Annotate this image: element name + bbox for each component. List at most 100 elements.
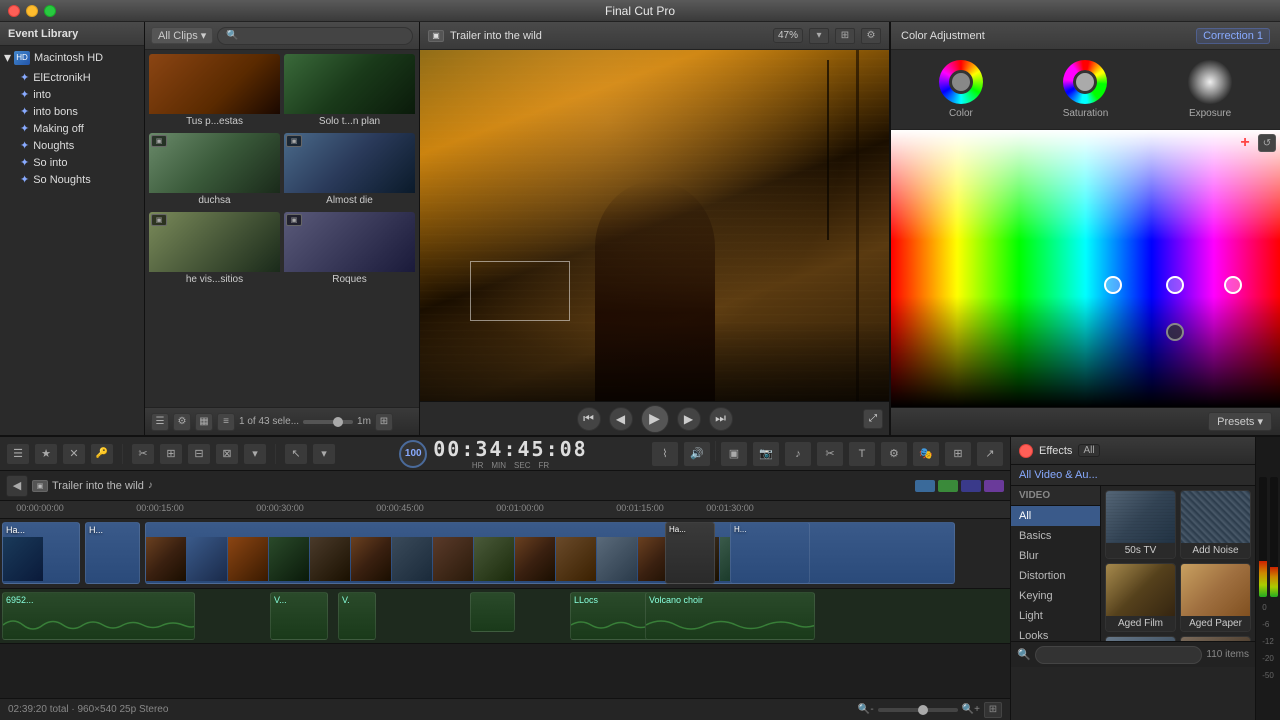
clip-cut-btn[interactable]: ✂: [816, 441, 844, 467]
sidebar-item-so-into[interactable]: ✦ So into: [0, 154, 144, 171]
clip-item-he-vis[interactable]: ▣ he vis...sitios: [149, 212, 280, 287]
effects-cat-distortion[interactable]: Distortion: [1011, 566, 1100, 586]
color-node-master[interactable]: [1166, 323, 1184, 341]
timeline-reject-btn[interactable]: ✕: [62, 443, 86, 465]
audio-clip-v1[interactable]: V...: [270, 592, 328, 640]
blade-tool[interactable]: ✂: [131, 443, 155, 465]
select-menu[interactable]: ▾: [312, 443, 336, 465]
viewer-selection-box[interactable]: [470, 261, 570, 321]
effect-more-1[interactable]: [1105, 636, 1176, 641]
audio-clip-6952[interactable]: 6952...: [2, 592, 195, 640]
generator-btn[interactable]: ⚙: [880, 441, 908, 467]
skip-forward-button[interactable]: ⏭: [709, 407, 733, 431]
skip-back-button[interactable]: ⏮: [577, 407, 601, 431]
zoom-in-icon[interactable]: 🔍+: [962, 704, 980, 715]
effect-addnoise[interactable]: Add Noise: [1180, 490, 1251, 559]
effects-cat-all[interactable]: All: [1011, 506, 1100, 526]
clip-item-roques[interactable]: ▣ Roques: [284, 212, 415, 287]
effects-close-button[interactable]: [1019, 444, 1033, 458]
camera-btn[interactable]: 📷: [752, 441, 780, 467]
audio-clip-small[interactable]: [470, 592, 515, 632]
zoom-out-icon[interactable]: 🔍-: [858, 704, 874, 715]
clip-item-solo[interactable]: Solo t...n plan: [284, 54, 415, 129]
select-tool[interactable]: ↖: [284, 443, 308, 465]
color-node-midtones[interactable]: [1166, 276, 1184, 294]
clip-search-input[interactable]: [217, 27, 413, 45]
snap-button[interactable]: ⌇: [651, 441, 679, 467]
tool-menu[interactable]: ▾: [243, 443, 267, 465]
viewer-settings-btn[interactable]: ⚙: [861, 28, 881, 44]
viewer-layout-btn[interactable]: ⊞: [835, 28, 855, 44]
viewer-zoom-menu[interactable]: ▾: [809, 28, 829, 44]
color-tool-saturation[interactable]: Saturation: [1063, 60, 1109, 119]
sidebar-item-into-bons[interactable]: ✦ into bons: [0, 103, 144, 120]
effects-category-bar[interactable]: All Video & Au...: [1011, 465, 1255, 486]
play-button[interactable]: ▶: [641, 405, 669, 433]
effects-cat-keying[interactable]: Keying: [1011, 586, 1100, 606]
color-tool-exposure[interactable]: Exposure: [1188, 60, 1232, 119]
reset-color-button[interactable]: ↺: [1258, 134, 1276, 152]
timeline-favorites-btn[interactable]: ★: [34, 443, 58, 465]
effect-agedpaper[interactable]: Aged Paper: [1180, 563, 1251, 632]
zoom-fit-btn[interactable]: ⊞: [984, 702, 1002, 718]
effects-all-button[interactable]: All: [1078, 444, 1099, 457]
sidebar-item-so-noughts[interactable]: ✦ So Noughts: [0, 171, 144, 188]
audio-clip-v2[interactable]: V.: [338, 592, 376, 640]
sidebar-item-noughts[interactable]: ✦ Noughts: [0, 137, 144, 154]
clip-list-view[interactable]: ≡: [217, 413, 235, 431]
library-item-disk[interactable]: ▾ HD Macintosh HD: [0, 46, 144, 69]
sidebar-item-electronikh[interactable]: ✦ ElEctronikH: [0, 69, 144, 86]
music-btn[interactable]: ♪: [784, 441, 812, 467]
clip-view-toggle[interactable]: ▦: [195, 413, 213, 431]
timeline-clip-browser-toggle[interactable]: ☰: [6, 443, 30, 465]
timeline-zoom-slider[interactable]: [878, 708, 958, 712]
clip-list-toggle[interactable]: ☰: [151, 413, 169, 431]
add-color-button[interactable]: +: [1236, 134, 1254, 152]
presets-button[interactable]: Presets ▾: [1208, 412, 1272, 431]
clip-item-tus-p[interactable]: Tus p...estas: [149, 54, 280, 129]
trim-tool[interactable]: ⊟: [187, 443, 211, 465]
video-btn[interactable]: ▣: [720, 441, 748, 467]
timeline-back-btn[interactable]: ◀: [6, 475, 28, 497]
audio-button[interactable]: 🔊: [683, 441, 711, 467]
clip-item-almost-die[interactable]: ▣ Almost die: [284, 133, 415, 208]
close-button[interactable]: [8, 5, 20, 17]
timeline-clip[interactable]: Ha...: [2, 522, 80, 584]
clip-settings-btn[interactable]: ⚙: [173, 413, 191, 431]
color-node-highlights[interactable]: [1104, 276, 1122, 294]
text-btn[interactable]: T: [848, 441, 876, 467]
range-tool[interactable]: ⊠: [215, 443, 239, 465]
timeline-clip-small[interactable]: Ha...: [665, 522, 715, 584]
timeline-clip-main[interactable]: [145, 522, 955, 584]
sidebar-item-into[interactable]: ✦ into: [0, 86, 144, 103]
timeline-clip[interactable]: H...: [85, 522, 140, 584]
effects-cat-looks[interactable]: Looks: [1011, 626, 1100, 641]
effect-50stv[interactable]: 50s TV: [1105, 490, 1176, 559]
color-node-shadows[interactable]: [1224, 276, 1242, 294]
step-forward-button[interactable]: ▶: [677, 407, 701, 431]
zoom-slider[interactable]: [303, 420, 353, 424]
share-btn[interactable]: ↗: [976, 441, 1004, 467]
step-back-button[interactable]: ◀: [609, 407, 633, 431]
maximize-button[interactable]: [44, 5, 56, 17]
viewer-zoom[interactable]: 47%: [773, 28, 803, 43]
effect-agedfilm[interactable]: Aged Film: [1105, 563, 1176, 632]
effect-more-2[interactable]: [1180, 636, 1251, 641]
correction-label[interactable]: Correction 1: [1196, 28, 1270, 44]
timeline-clip-small2[interactable]: H...: [730, 522, 810, 584]
clip-item-duchsa[interactable]: ▣ duchsa: [149, 133, 280, 208]
sidebar-item-making-off[interactable]: ✦ Making off: [0, 120, 144, 137]
clip-zoom-fit[interactable]: ⊞: [375, 413, 393, 431]
audio-clip-volcano[interactable]: Volcano choir: [645, 592, 815, 640]
transform-btn[interactable]: ⊞: [944, 441, 972, 467]
color-canvas[interactable]: [891, 130, 1280, 407]
effects-cat-blur[interactable]: Blur: [1011, 546, 1100, 566]
effects-cat-light[interactable]: Light: [1011, 606, 1100, 626]
effects-cat-basics[interactable]: Basics: [1011, 526, 1100, 546]
minimize-button[interactable]: [26, 5, 38, 17]
theme-btn[interactable]: 🎭: [912, 441, 940, 467]
fullscreen-button[interactable]: ⤢: [863, 409, 883, 429]
timeline-keyword-btn[interactable]: 🔑: [90, 443, 114, 465]
color-tool-color[interactable]: Color: [939, 60, 983, 119]
effects-search-input[interactable]: [1035, 646, 1202, 664]
